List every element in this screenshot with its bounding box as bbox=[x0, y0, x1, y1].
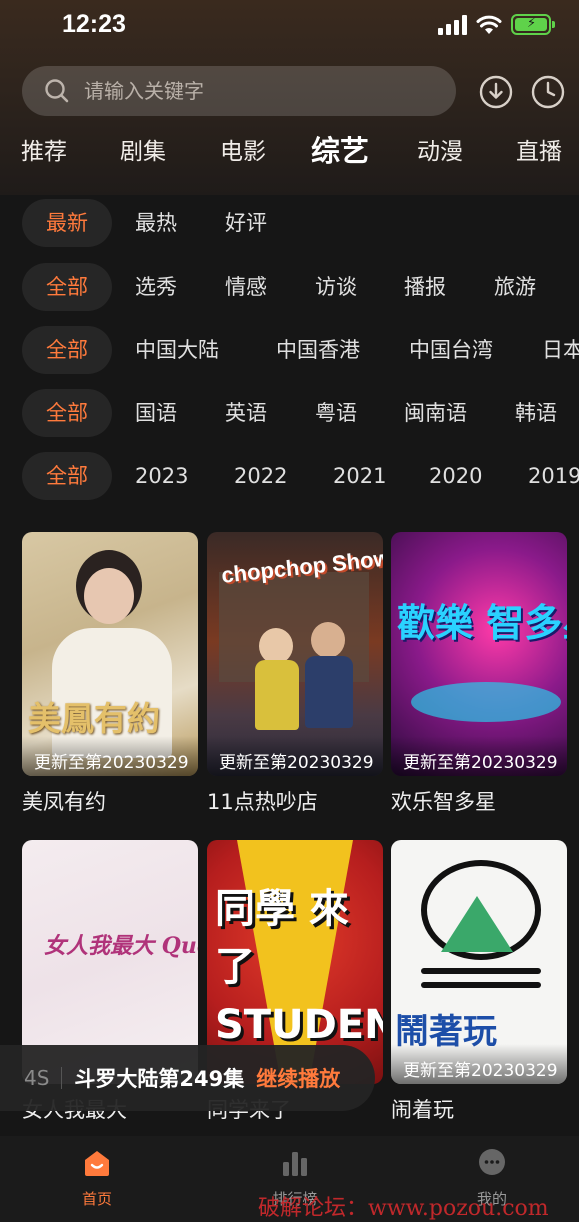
show-card[interactable]: 美鳳有約 更新至第20230329 美凤有约 bbox=[22, 532, 198, 816]
filter-region-mainland[interactable]: 中国大陆 bbox=[135, 326, 219, 374]
history-clock-icon[interactable] bbox=[530, 74, 566, 110]
poster-image[interactable]: 鬧著玩 更新至第20230329 bbox=[391, 840, 567, 1084]
poster-image[interactable]: 歡樂 智多星 更新至第20230329 bbox=[391, 532, 567, 776]
search-input[interactable] bbox=[84, 66, 444, 116]
search-row bbox=[22, 66, 565, 116]
filter-region-taiwan[interactable]: 中国台湾 bbox=[409, 326, 493, 374]
filter-lang-minnan[interactable]: 闽南语 bbox=[404, 389, 467, 437]
filter-lang-cantonese[interactable]: 粤语 bbox=[315, 389, 357, 437]
filter-type-emotion[interactable]: 情感 bbox=[225, 263, 267, 311]
episode-title[interactable]: 斗罗大陆第249集 bbox=[74, 1063, 244, 1093]
continue-playing-bar[interactable]: 4S 斗罗大陆第249集 继续播放 bbox=[0, 1045, 375, 1111]
channel-tabs: 推荐 剧集 电影 综艺 动漫 直播 bbox=[0, 132, 579, 182]
filter-sort-rating[interactable]: 好评 bbox=[225, 199, 267, 247]
poster-art-title: 歡樂 智多星 bbox=[397, 601, 567, 645]
filter-type-interview[interactable]: 访谈 bbox=[315, 263, 357, 311]
filter-year-2021[interactable]: 2021 bbox=[333, 452, 386, 500]
tab-recommend[interactable]: 推荐 bbox=[21, 132, 67, 166]
filter-sort-hot[interactable]: 最热 bbox=[135, 199, 177, 247]
home-icon bbox=[85, 1151, 109, 1176]
filter-row-sort: 最新 最热 好评 bbox=[22, 199, 579, 247]
filter-lang-korean[interactable]: 韩语 bbox=[515, 389, 557, 437]
update-label: 更新至第20230329 bbox=[391, 1044, 567, 1084]
bar-chart-icon bbox=[283, 1152, 307, 1176]
update-label: 更新至第20230329 bbox=[22, 736, 198, 776]
watermark: 破解论坛：www.pozou.com bbox=[258, 1196, 549, 1221]
poster-image[interactable]: chopchop Show 更新至第20230329 bbox=[207, 532, 383, 776]
filter-region-hongkong[interactable]: 中国香港 bbox=[276, 326, 360, 374]
poster-image[interactable]: 美鳳有約 更新至第20230329 bbox=[22, 532, 198, 776]
poster-art-title: 女人我最大 Queen bbox=[44, 933, 198, 959]
filter-row-year: 全部 2023 2022 2021 2020 2019 bbox=[22, 452, 579, 500]
tab-series[interactable]: 剧集 bbox=[120, 132, 166, 166]
filter-lang-all[interactable]: 全部 bbox=[22, 389, 112, 437]
divider bbox=[61, 1067, 63, 1089]
card-title[interactable]: 11点热吵店 bbox=[207, 786, 383, 816]
wifi-icon bbox=[476, 15, 502, 34]
status-time: 12:23 bbox=[62, 10, 126, 38]
filter-region-all[interactable]: 全部 bbox=[22, 326, 112, 374]
nav-home-label: 首页 bbox=[81, 1190, 112, 1208]
poster-art-title: 同學 來了 STUDENT bbox=[215, 886, 383, 1048]
card-title[interactable]: 欢乐智多星 bbox=[391, 786, 567, 816]
update-label: 更新至第20230329 bbox=[207, 736, 383, 776]
filter-type-travel[interactable]: 旅游 bbox=[494, 263, 536, 311]
filter-lang-english[interactable]: 英语 bbox=[225, 389, 267, 437]
filter-row-type: 全部 选秀 情感 访谈 播报 旅游 bbox=[22, 263, 579, 311]
nav-home[interactable]: 首页 bbox=[47, 1148, 147, 1209]
download-icon[interactable] bbox=[478, 74, 514, 110]
filter-row-language: 全部 国语 英语 粤语 闽南语 韩语 bbox=[22, 389, 579, 437]
battery-icon: ⚡ bbox=[511, 14, 555, 35]
tab-live[interactable]: 直播 bbox=[516, 132, 562, 166]
filter-sort-latest[interactable]: 最新 bbox=[22, 199, 112, 247]
continue-play-button[interactable]: 继续播放 bbox=[256, 1063, 340, 1093]
filter-type-all[interactable]: 全部 bbox=[22, 263, 112, 311]
card-title[interactable]: 闹着玩 bbox=[391, 1094, 567, 1124]
progress-time: 4S bbox=[24, 1066, 50, 1090]
filter-year-all[interactable]: 全部 bbox=[22, 452, 112, 500]
cellular-signal-icon bbox=[438, 14, 467, 35]
filter-year-2019[interactable]: 2019 bbox=[528, 452, 579, 500]
update-label: 更新至第20230329 bbox=[391, 736, 567, 776]
tab-variety[interactable]: 综艺 bbox=[311, 128, 369, 170]
poster-art-title: 美鳳有約 bbox=[28, 699, 160, 738]
show-card[interactable]: 鬧著玩 更新至第20230329 闹着玩 bbox=[391, 840, 567, 1124]
chat-bubble-icon bbox=[479, 1149, 505, 1175]
search-icon bbox=[45, 79, 69, 103]
filter-region-japan[interactable]: 日本 bbox=[542, 326, 579, 374]
filter-year-2023[interactable]: 2023 bbox=[135, 452, 188, 500]
filter-year-2020[interactable]: 2020 bbox=[429, 452, 482, 500]
show-card[interactable]: 歡樂 智多星 更新至第20230329 欢乐智多星 bbox=[391, 532, 567, 816]
show-card[interactable]: chopchop Show 更新至第20230329 11点热吵店 bbox=[207, 532, 383, 816]
filter-lang-mandarin[interactable]: 国语 bbox=[135, 389, 177, 437]
search-box[interactable] bbox=[22, 66, 456, 116]
card-title[interactable]: 美凤有约 bbox=[22, 786, 198, 816]
status-icons: ⚡ bbox=[438, 14, 555, 35]
filter-row-region: 全部 中国大陆 中国香港 中国台湾 日本 bbox=[22, 326, 579, 374]
tab-movie[interactable]: 电影 bbox=[220, 132, 266, 166]
filter-type-news[interactable]: 播报 bbox=[404, 263, 446, 311]
status-bar: 12:23 ⚡ bbox=[0, 0, 579, 56]
tab-anime[interactable]: 动漫 bbox=[417, 132, 463, 166]
filter-type-talent[interactable]: 选秀 bbox=[135, 263, 177, 311]
filter-year-2022[interactable]: 2022 bbox=[234, 452, 287, 500]
